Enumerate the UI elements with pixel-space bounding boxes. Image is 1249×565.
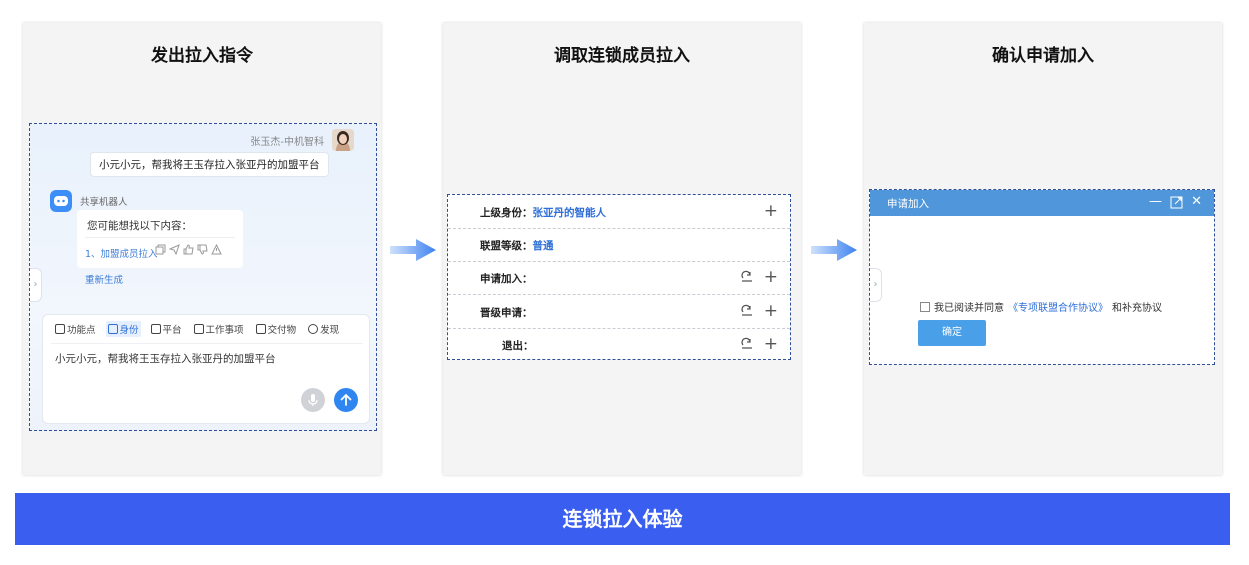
microphone-button[interactable]	[301, 388, 325, 412]
dialog-title: 申请加入	[887, 198, 929, 210]
agreement-checkbox[interactable]	[920, 301, 930, 312]
tool-features[interactable]: 功能点	[53, 321, 98, 337]
user-message-bubble: 小元小元，帮我将王玉存拉入张亚丹的加盟平台	[90, 152, 329, 177]
divider	[85, 237, 235, 238]
expand-sidebar-tab[interactable]: ›	[870, 268, 882, 302]
list-item: 联盟等级：普通	[448, 228, 790, 262]
bot-reply-title: 您可能想找以下内容：	[87, 220, 192, 232]
row-label: 申请加入：	[480, 273, 533, 285]
list-item: 申请加入： +	[448, 261, 790, 295]
regenerate-link[interactable]: 重新生成	[85, 272, 123, 286]
chat-composer: 功能点 身份 平台 工作事项 交付物 发现 小元小元，帮我将王玉存拉入张亚丹的加…	[42, 314, 370, 424]
banner-title: 连锁拉入体验	[15, 493, 1230, 545]
robot-icon	[50, 190, 72, 212]
microphone-icon	[308, 394, 318, 406]
arrow-up-icon	[340, 393, 352, 406]
redo-icon[interactable]	[740, 336, 754, 350]
tool-label: 交付物	[267, 325, 297, 336]
reply-link-member-pull[interactable]: 1、加盟成员拉入	[85, 246, 158, 260]
plus-icon[interactable]: +	[764, 334, 778, 354]
tool-label: 身份	[119, 325, 139, 336]
bot-name: 共享机器人	[80, 197, 128, 208]
refresh-icon	[308, 324, 319, 334]
redo-icon[interactable]	[740, 269, 754, 283]
panel-title: 确认申请加入	[992, 46, 1094, 66]
agreement-text: 我已阅读并同意	[934, 303, 1004, 314]
maximize-icon[interactable]	[1170, 196, 1183, 209]
list-item: 退出： +	[448, 328, 790, 359]
panel-confirm-join: 确认申请加入 申请加入 — ✕ › 我已阅读并同意 《专项联盟合作协议》 和补充…	[864, 23, 1222, 475]
thumbs-down-icon[interactable]	[197, 244, 208, 255]
member-settings-list: 上级身份：张亚丹的智能人 + 联盟等级：普通 申请加入： + 晋级申请： + 退…	[447, 194, 791, 360]
tool-identity[interactable]: 身份	[105, 321, 141, 337]
send-icon[interactable]	[169, 244, 180, 255]
flow-arrow-icon	[811, 239, 857, 261]
flow-arrow-icon	[390, 239, 436, 261]
panel-title: 发出拉入指令	[151, 46, 253, 66]
plus-icon[interactable]: +	[764, 301, 778, 321]
dialog-header: 申请加入 — ✕	[870, 190, 1214, 216]
close-icon[interactable]: ✕	[1191, 194, 1202, 210]
row-label: 上级身份：张亚丹的智能人	[480, 205, 606, 220]
chat-input[interactable]: 小元小元，帮我将王玉存拉入张亚丹的加盟平台	[55, 351, 276, 366]
warning-icon[interactable]	[211, 244, 222, 255]
plus-icon[interactable]: +	[764, 201, 778, 221]
tool-deliverables[interactable]: 交付物	[254, 321, 299, 337]
user-avatar	[332, 129, 354, 151]
row-value: 普通	[532, 240, 554, 252]
platform-icon	[150, 324, 161, 334]
row-value: 张亚丹的智能人	[532, 207, 607, 219]
copy-icon[interactable]	[155, 244, 166, 255]
tool-label: 发现	[320, 325, 340, 336]
row-label: 退出：	[502, 340, 534, 352]
panel-title: 调取连锁成员拉入	[554, 46, 690, 66]
row-label: 联盟等级：普通	[480, 238, 554, 253]
panel-select-members: 调取连锁成员拉入 上级身份：张亚丹的智能人 + 联盟等级：普通 申请加入： + …	[443, 23, 801, 475]
identity-icon	[107, 324, 118, 334]
tool-discover[interactable]: 发现	[306, 321, 341, 337]
join-dialog: 申请加入 — ✕ › 我已阅读并同意 《专项联盟合作协议》 和补充协议 确定	[869, 189, 1215, 365]
tool-label: 平台	[162, 325, 182, 336]
reply-actions	[155, 244, 239, 255]
confirm-button[interactable]: 确定	[918, 320, 986, 346]
panel-issue-command: 发出拉入指令 张玉杰-中机智科 小元小元，帮我将王玉存拉入张亚丹的加盟平台 共享…	[23, 23, 381, 475]
layers-icon	[255, 324, 266, 334]
expand-sidebar-tab[interactable]: ›	[30, 268, 42, 302]
grid-icon	[55, 324, 65, 334]
tool-work-items[interactable]: 工作事项	[192, 321, 246, 337]
divider	[51, 343, 363, 344]
tool-label: 功能点	[67, 325, 96, 336]
plus-icon[interactable]: +	[764, 267, 778, 287]
send-button[interactable]	[334, 388, 358, 412]
thumbs-up-icon[interactable]	[183, 244, 194, 255]
agreement-suffix: 和补充协议	[1112, 303, 1162, 314]
row-label-text: 联盟等级：	[480, 240, 533, 252]
list-item: 晋级申请： +	[448, 295, 790, 329]
agreement-link[interactable]: 《专项联盟合作协议》	[1008, 299, 1108, 314]
row-label-text: 上级身份：	[480, 207, 533, 219]
task-icon	[193, 324, 204, 334]
composer-toolbar: 功能点 身份 平台 工作事项 交付物 发现	[53, 321, 341, 337]
minimize-icon[interactable]: —	[1149, 194, 1162, 210]
row-label: 晋级申请：	[480, 307, 533, 319]
chevron-right-icon: ›	[873, 279, 878, 290]
list-item: 上级身份：张亚丹的智能人 +	[448, 195, 790, 229]
chat-window: 张玉杰-中机智科 小元小元，帮我将王玉存拉入张亚丹的加盟平台 共享机器人 您可能…	[29, 123, 377, 431]
user-name: 张玉杰-中机智科	[250, 137, 324, 148]
chevron-right-icon: ›	[33, 279, 38, 290]
tool-platform[interactable]: 平台	[149, 321, 184, 337]
agreement-row: 我已阅读并同意 《专项联盟合作协议》 和补充协议	[920, 299, 1162, 314]
redo-icon[interactable]	[740, 303, 754, 317]
bot-reply-card: 您可能想找以下内容： 1、加盟成员拉入	[77, 210, 243, 268]
tool-label: 工作事项	[205, 325, 244, 336]
